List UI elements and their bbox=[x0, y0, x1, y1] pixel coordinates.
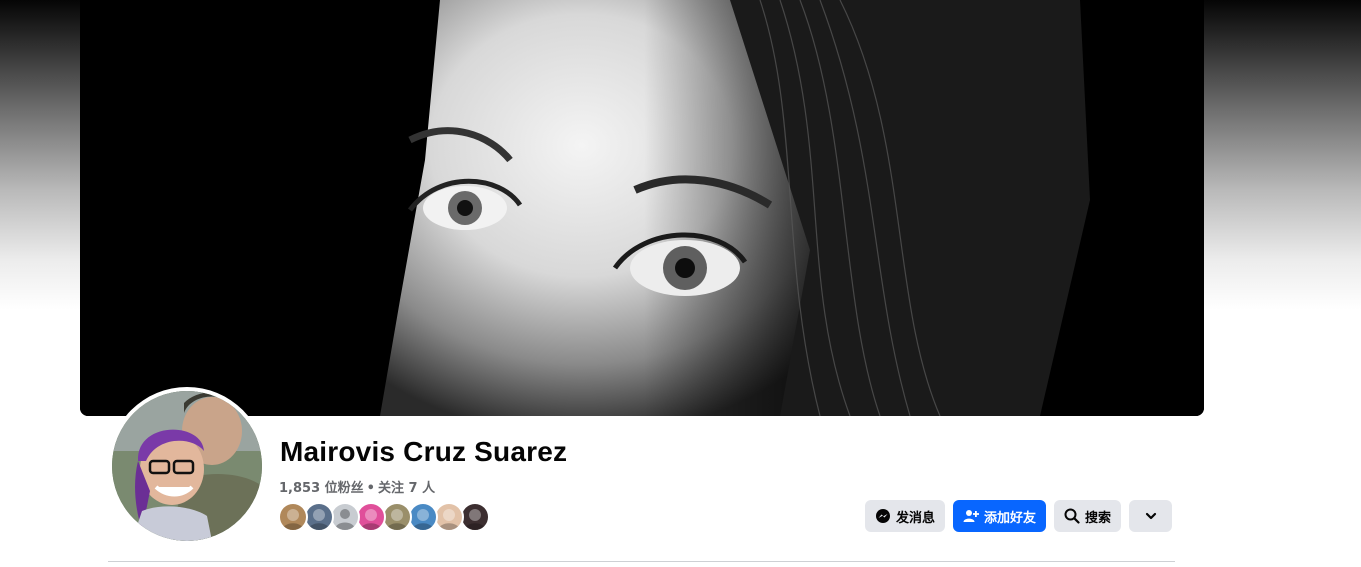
avatar-image bbox=[112, 391, 262, 541]
message-label: 发消息 bbox=[896, 510, 936, 526]
search-label: 搜索 bbox=[1085, 510, 1112, 526]
cover-photo[interactable] bbox=[80, 0, 1204, 416]
search-icon bbox=[1064, 508, 1080, 524]
profile-name: Mairovis Cruz Suarez bbox=[280, 436, 568, 467]
friend-avatar[interactable] bbox=[356, 502, 386, 532]
messenger-icon bbox=[875, 508, 891, 524]
mutual-friends-avatars bbox=[278, 502, 490, 532]
more-options-button[interactable] bbox=[1129, 500, 1173, 532]
add-friend-button[interactable]: 添加好友 bbox=[953, 500, 1047, 532]
friend-avatar[interactable] bbox=[382, 502, 412, 532]
stats-separator: • bbox=[366, 481, 375, 496]
friend-avatar[interactable] bbox=[304, 502, 334, 532]
add-person-icon bbox=[963, 508, 980, 524]
profile-actions: 发消息 添加好友 搜索 bbox=[865, 500, 1173, 532]
chevron-down-icon bbox=[1144, 509, 1158, 523]
following-count[interactable]: 关注 7 人 bbox=[378, 481, 435, 496]
followers-count[interactable]: 1,853 位粉丝 bbox=[279, 481, 364, 496]
friend-avatar[interactable] bbox=[460, 502, 490, 532]
profile-divider bbox=[108, 561, 1175, 562]
add-friend-label: 添加好友 bbox=[984, 510, 1037, 526]
friend-avatar[interactable] bbox=[330, 502, 360, 532]
message-button[interactable]: 发消息 bbox=[865, 500, 946, 532]
profile-stats: 1,853 位粉丝 • 关注 7 人 bbox=[279, 477, 435, 496]
friend-avatar[interactable] bbox=[278, 502, 308, 532]
cover-image bbox=[80, 0, 1204, 416]
friend-avatar[interactable] bbox=[408, 502, 438, 532]
profile-avatar[interactable] bbox=[108, 387, 266, 545]
friend-avatar[interactable] bbox=[434, 502, 464, 532]
search-button[interactable]: 搜索 bbox=[1054, 500, 1122, 532]
